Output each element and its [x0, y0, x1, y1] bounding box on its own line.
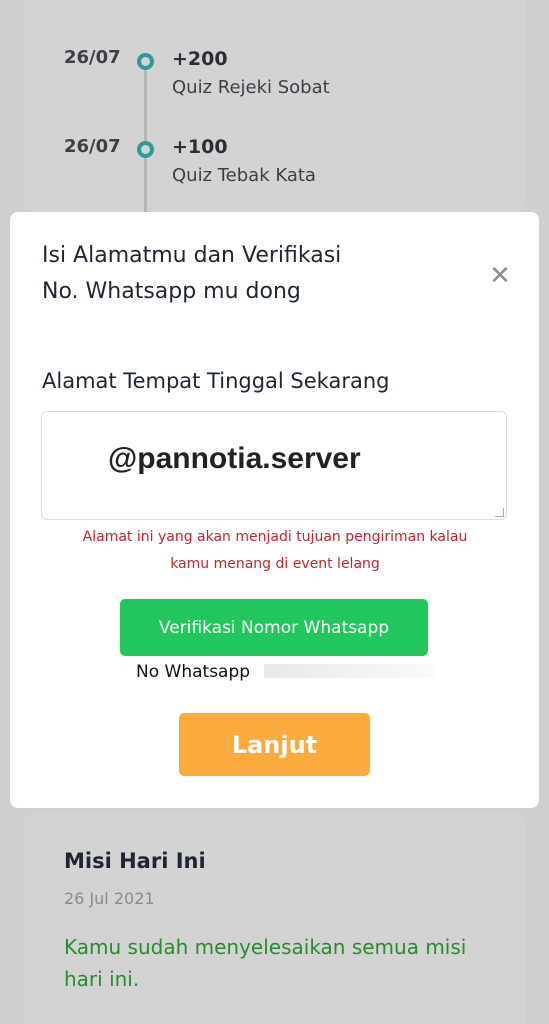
daily-mission-card: Misi Hari Ini 26 Jul 2021 Kamu sudah men…	[24, 813, 526, 1024]
warning-line: kamu menang di event lelang	[170, 556, 380, 572]
whatsapp-number-field[interactable]	[264, 664, 434, 678]
close-icon[interactable]: ✕	[486, 262, 514, 290]
modal-title: Isi Alamatmu dan Verifikasi No. Whatsapp…	[42, 238, 442, 310]
timeline-points: +200	[172, 48, 228, 70]
timeline-points: +100	[172, 136, 228, 158]
address-value: @pannotia.server	[108, 442, 361, 475]
mission-date: 26 Jul 2021	[64, 889, 155, 908]
timeline-title: Quiz Rejeki Sobat	[172, 77, 330, 98]
resize-handle-icon	[495, 508, 504, 517]
address-textarea[interactable]: @pannotia.server	[41, 411, 507, 520]
mission-title: Misi Hari Ini	[64, 849, 206, 873]
warning-line: Alamat ini yang akan menjadi tujuan peng…	[82, 529, 468, 545]
timeline-date: 26/07	[64, 47, 121, 68]
address-verification-modal: Isi Alamatmu dan Verifikasi No. Whatsapp…	[10, 212, 539, 808]
timeline-title: Quiz Tebak Kata	[172, 165, 316, 186]
next-button[interactable]: Lanjut	[179, 713, 370, 776]
timeline-date: 26/07	[64, 136, 121, 157]
verify-whatsapp-button[interactable]: Verifikasi Nomor Whatsapp	[120, 599, 428, 656]
points-history-card: 26/07 +200 Quiz Rejeki Sobat 26/07 +100 …	[24, 0, 526, 212]
timeline-dot-icon	[137, 53, 154, 70]
modal-title-line: No. Whatsapp mu dong	[42, 279, 301, 304]
modal-title-line: Isi Alamatmu dan Verifikasi	[42, 243, 342, 268]
address-warning: Alamat ini yang akan menjadi tujuan peng…	[50, 524, 500, 578]
whatsapp-number-label: No Whatsapp	[136, 662, 251, 682]
mission-message: Kamu sudah menyelesaikan semua misi hari…	[64, 935, 467, 991]
timeline-dot-icon	[137, 141, 154, 158]
address-label: Alamat Tempat Tinggal Sekarang	[42, 369, 390, 393]
